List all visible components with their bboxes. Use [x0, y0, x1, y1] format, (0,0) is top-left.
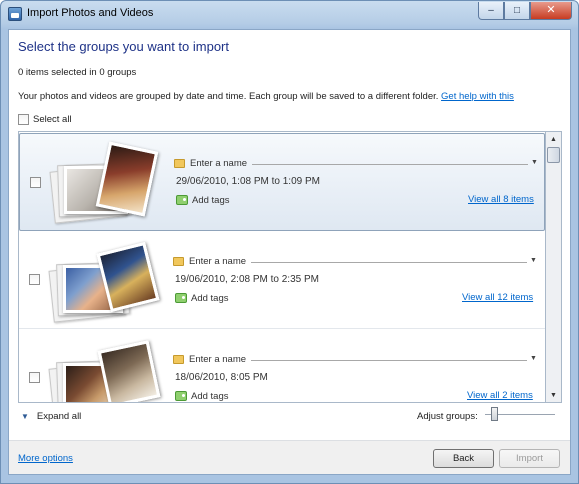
scroll-up-icon[interactable]: ▲	[546, 132, 561, 146]
dialog-body: Select the groups you want to import 0 i…	[8, 29, 571, 475]
import-button[interactable]: Import	[499, 449, 560, 468]
group-list[interactable]: Enter a name ▼ 29/06/2010, 1:08 PM to 1:…	[18, 131, 546, 403]
group-name-field[interactable]: Enter a name	[189, 354, 246, 365]
add-tags-link[interactable]: Add tags	[191, 391, 229, 402]
chevron-down-icon[interactable]: ▼	[531, 159, 538, 166]
chevron-down-icon: ▼	[21, 412, 29, 421]
name-underline	[251, 360, 527, 361]
group-row[interactable]: Enter a name ▼ 19/06/2010, 2:08 PM to 2:…	[19, 231, 545, 329]
group-list-scrollbar[interactable]: ▲ ▼	[546, 131, 562, 403]
add-tags-link[interactable]: Add tags	[192, 195, 230, 206]
view-all-link[interactable]: View all 8 items	[468, 194, 534, 205]
adjust-groups-label: Adjust groups:	[417, 411, 478, 422]
group-thumbnail-stack[interactable]	[47, 239, 167, 323]
group-row[interactable]: Enter a name ▼ 18/06/2010, 8:05 PM Add t…	[19, 329, 545, 402]
adjust-groups-slider[interactable]	[491, 407, 498, 421]
tag-icon	[175, 391, 187, 401]
back-button[interactable]: Back	[433, 449, 494, 468]
group-thumbnail-stack[interactable]	[47, 337, 167, 402]
photo-thumbnail	[97, 340, 161, 402]
group-date: 29/06/2010, 1:08 PM to 1:09 PM	[176, 176, 320, 187]
name-underline	[252, 164, 528, 165]
import-window: Import Photos and Videos – □ ✕ Select th…	[0, 0, 579, 484]
scrollbar-thumb[interactable]	[547, 147, 560, 163]
help-link[interactable]: Get help with this	[441, 91, 514, 102]
window-title: Import Photos and Videos	[27, 7, 154, 19]
minimize-button[interactable]: –	[478, 2, 504, 20]
chevron-down-icon[interactable]: ▼	[530, 257, 537, 264]
titlebar[interactable]: Import Photos and Videos – □ ✕	[1, 1, 578, 29]
select-all-label[interactable]: Select all	[33, 114, 72, 125]
group-checkbox[interactable]	[30, 177, 41, 188]
group-date: 18/06/2010, 8:05 PM	[175, 372, 268, 383]
photo-thumbnail	[95, 141, 159, 217]
select-all-checkbox-row[interactable]: Select all	[18, 114, 72, 125]
expand-all-label[interactable]: Expand all	[37, 411, 81, 422]
close-button[interactable]: ✕	[530, 2, 572, 20]
name-underline	[251, 262, 527, 263]
description-text: Your photos and videos are grouped by da…	[18, 91, 514, 102]
chevron-down-icon[interactable]: ▼	[530, 355, 537, 362]
import-app-icon	[8, 7, 22, 21]
add-tags-link[interactable]: Add tags	[191, 293, 229, 304]
group-thumbnail-stack[interactable]	[48, 141, 168, 226]
scroll-down-icon[interactable]: ▼	[546, 388, 561, 402]
maximize-button[interactable]: □	[504, 2, 530, 20]
tag-icon	[175, 293, 187, 303]
view-all-link[interactable]: View all 2 items	[467, 390, 533, 401]
description-label: Your photos and videos are grouped by da…	[18, 91, 439, 102]
folder-icon	[173, 355, 184, 364]
view-all-link[interactable]: View all 12 items	[462, 292, 533, 303]
select-all-checkbox[interactable]	[18, 114, 29, 125]
selection-status: 0 items selected in 0 groups	[18, 67, 137, 78]
group-name-field[interactable]: Enter a name	[189, 256, 246, 267]
more-options-link[interactable]: More options	[18, 453, 73, 464]
window-controls: – □ ✕	[478, 2, 572, 20]
folder-icon	[173, 257, 184, 266]
folder-icon	[174, 159, 185, 168]
group-checkbox[interactable]	[29, 274, 40, 285]
expand-all-button[interactable]: ▼ Expand all	[21, 411, 81, 422]
group-row[interactable]: Enter a name ▼ 29/06/2010, 1:08 PM to 1:…	[19, 133, 545, 231]
tag-icon	[176, 195, 188, 205]
page-title: Select the groups you want to import	[18, 39, 230, 54]
group-date: 19/06/2010, 2:08 PM to 2:35 PM	[175, 274, 319, 285]
dialog-footer: More options Back Import	[9, 440, 570, 474]
group-name-field[interactable]: Enter a name	[190, 158, 247, 169]
group-checkbox[interactable]	[29, 372, 40, 383]
